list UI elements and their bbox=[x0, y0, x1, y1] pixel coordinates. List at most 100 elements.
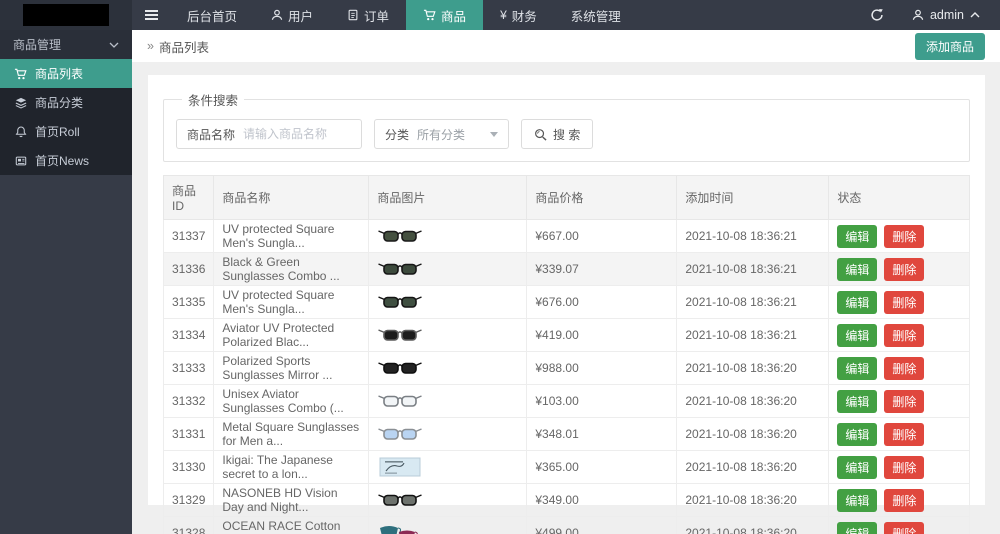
status-cell: 编辑删除 bbox=[829, 385, 970, 418]
nav-item-5[interactable]: 系统管理 bbox=[554, 0, 638, 30]
product-image bbox=[377, 226, 423, 246]
nav-item-label: 后台首页 bbox=[187, 6, 237, 25]
edit-button[interactable]: 编辑 bbox=[837, 357, 877, 380]
sidebar-toggle-button[interactable] bbox=[132, 0, 170, 30]
product-image-cell bbox=[369, 385, 527, 418]
product-image bbox=[377, 391, 423, 411]
delete-button[interactable]: 删除 bbox=[884, 489, 924, 512]
product-image bbox=[377, 292, 423, 312]
edit-button[interactable]: 编辑 bbox=[837, 489, 877, 512]
category-select[interactable]: 分类 所有分类 bbox=[374, 119, 509, 149]
delete-button[interactable]: 删除 bbox=[884, 357, 924, 380]
edit-button[interactable]: 编辑 bbox=[837, 456, 877, 479]
product-name-label: 商品名称 bbox=[177, 126, 243, 143]
table-body: 31337UV protected Square Men's Sungla...… bbox=[164, 220, 970, 534]
product-name-cell: Polarized Sports Sunglasses Mirror ... bbox=[214, 352, 369, 385]
product-id-cell: 31331 bbox=[164, 418, 214, 451]
delete-button[interactable]: 删除 bbox=[884, 258, 924, 281]
product-name-cell: UV protected Square Men's Sungla... bbox=[214, 220, 369, 253]
table-row: 31328OCEAN RACE Cotton Anti Pollution...… bbox=[164, 517, 970, 534]
nav-item-label: 订单 bbox=[364, 6, 389, 25]
product-id-cell: 31335 bbox=[164, 286, 214, 319]
status-cell: 编辑删除 bbox=[829, 517, 970, 534]
product-price-cell: ¥667.00 bbox=[527, 220, 677, 253]
search-panel-title: 条件搜索 bbox=[182, 90, 244, 109]
edit-button[interactable]: 编辑 bbox=[837, 258, 877, 281]
add-product-button[interactable]: 添加商品 bbox=[915, 33, 985, 60]
user-menu[interactable]: admin bbox=[898, 0, 1000, 30]
added-time-cell: 2021-10-08 18:36:20 bbox=[677, 418, 829, 451]
edit-button[interactable]: 编辑 bbox=[837, 390, 877, 413]
product-price-cell: ¥348.01 bbox=[527, 418, 677, 451]
status-cell: 编辑删除 bbox=[829, 484, 970, 517]
column-header-2: 商品图片 bbox=[369, 176, 527, 220]
nav-item-2[interactable]: 订单 bbox=[330, 0, 406, 30]
sidebar-item-2[interactable]: 首页Roll bbox=[0, 117, 132, 146]
product-id-cell: 31328 bbox=[164, 517, 214, 534]
column-header-4: 添加时间 bbox=[677, 176, 829, 220]
nav-item-0[interactable]: 后台首页 bbox=[170, 0, 254, 30]
sidebar-item-0[interactable]: 商品列表 bbox=[0, 59, 132, 88]
product-id-cell: 31332 bbox=[164, 385, 214, 418]
table-row: 31337UV protected Square Men's Sungla...… bbox=[164, 220, 970, 253]
search-button[interactable]: 搜 索 bbox=[521, 119, 593, 149]
product-name-cell: Aviator UV Protected Polarized Blac... bbox=[214, 319, 369, 352]
product-name-group: 商品名称 bbox=[176, 119, 362, 149]
added-time-cell: 2021-10-08 18:36:20 bbox=[677, 484, 829, 517]
breadcrumb-separator: » bbox=[147, 39, 154, 53]
delete-button[interactable]: 删除 bbox=[884, 324, 924, 347]
cart-icon bbox=[14, 68, 27, 80]
nav-item-label: 商品 bbox=[441, 6, 466, 25]
added-time-cell: 2021-10-08 18:36:20 bbox=[677, 517, 829, 534]
edit-button[interactable]: 编辑 bbox=[837, 225, 877, 248]
added-time-cell: 2021-10-08 18:36:21 bbox=[677, 319, 829, 352]
sidebar-group-product-management[interactable]: 商品管理 bbox=[0, 30, 132, 59]
product-price-cell: ¥419.00 bbox=[527, 319, 677, 352]
product-image-cell bbox=[369, 286, 527, 319]
delete-button[interactable]: 删除 bbox=[884, 291, 924, 314]
edit-button[interactable]: 编辑 bbox=[837, 291, 877, 314]
refresh-icon bbox=[870, 8, 884, 22]
delete-button[interactable]: 删除 bbox=[884, 225, 924, 248]
search-button-label: 搜 索 bbox=[553, 126, 580, 143]
delete-button[interactable]: 删除 bbox=[884, 456, 924, 479]
nav-item-3[interactable]: 商品 bbox=[406, 0, 483, 30]
delete-button[interactable]: 删除 bbox=[884, 522, 924, 534]
product-name-cell: OCEAN RACE Cotton Anti Pollution... bbox=[214, 517, 369, 534]
delete-button[interactable]: 删除 bbox=[884, 390, 924, 413]
content-card: 条件搜索 商品名称 分类 所有分类 搜 索 bbox=[148, 75, 985, 505]
category-label: 分类 bbox=[375, 126, 417, 143]
product-image bbox=[377, 259, 423, 279]
top-nav: 后台首页用户 订单 商品 ¥财务系统管理 bbox=[170, 0, 638, 30]
sidebar-item-1[interactable]: 商品分类 bbox=[0, 88, 132, 117]
nav-item-4[interactable]: ¥财务 bbox=[483, 0, 554, 30]
product-image bbox=[377, 358, 423, 378]
product-image bbox=[377, 325, 423, 345]
product-price-cell: ¥988.00 bbox=[527, 352, 677, 385]
breadcrumb: » 商品列表 添加商品 bbox=[132, 30, 1000, 62]
product-image-cell bbox=[369, 253, 527, 286]
product-id-cell: 31337 bbox=[164, 220, 214, 253]
product-id-cell: 31334 bbox=[164, 319, 214, 352]
sidebar-item-3[interactable]: 首页News bbox=[0, 146, 132, 175]
product-name-input[interactable] bbox=[243, 127, 361, 141]
delete-button[interactable]: 删除 bbox=[884, 423, 924, 446]
refresh-button[interactable] bbox=[856, 0, 898, 30]
topbar-right: admin bbox=[856, 0, 1000, 30]
added-time-cell: 2021-10-08 18:36:20 bbox=[677, 451, 829, 484]
product-price-cell: ¥499.00 bbox=[527, 517, 677, 534]
news-icon bbox=[14, 155, 27, 167]
status-cell: 编辑删除 bbox=[829, 253, 970, 286]
added-time-cell: 2021-10-08 18:36:21 bbox=[677, 220, 829, 253]
nav-item-label: 财务 bbox=[512, 6, 537, 25]
file-icon bbox=[347, 9, 359, 21]
product-image bbox=[377, 490, 423, 510]
table-row: 31333Polarized Sports Sunglasses Mirror … bbox=[164, 352, 970, 385]
table-row: 31336Black & Green Sunglasses Combo ...¥… bbox=[164, 253, 970, 286]
added-time-cell: 2021-10-08 18:36:21 bbox=[677, 253, 829, 286]
table-row: 31335UV protected Square Men's Sungla...… bbox=[164, 286, 970, 319]
edit-button[interactable]: 编辑 bbox=[837, 324, 877, 347]
nav-item-1[interactable]: 用户 bbox=[254, 0, 330, 30]
edit-button[interactable]: 编辑 bbox=[837, 423, 877, 446]
edit-button[interactable]: 编辑 bbox=[837, 522, 877, 534]
